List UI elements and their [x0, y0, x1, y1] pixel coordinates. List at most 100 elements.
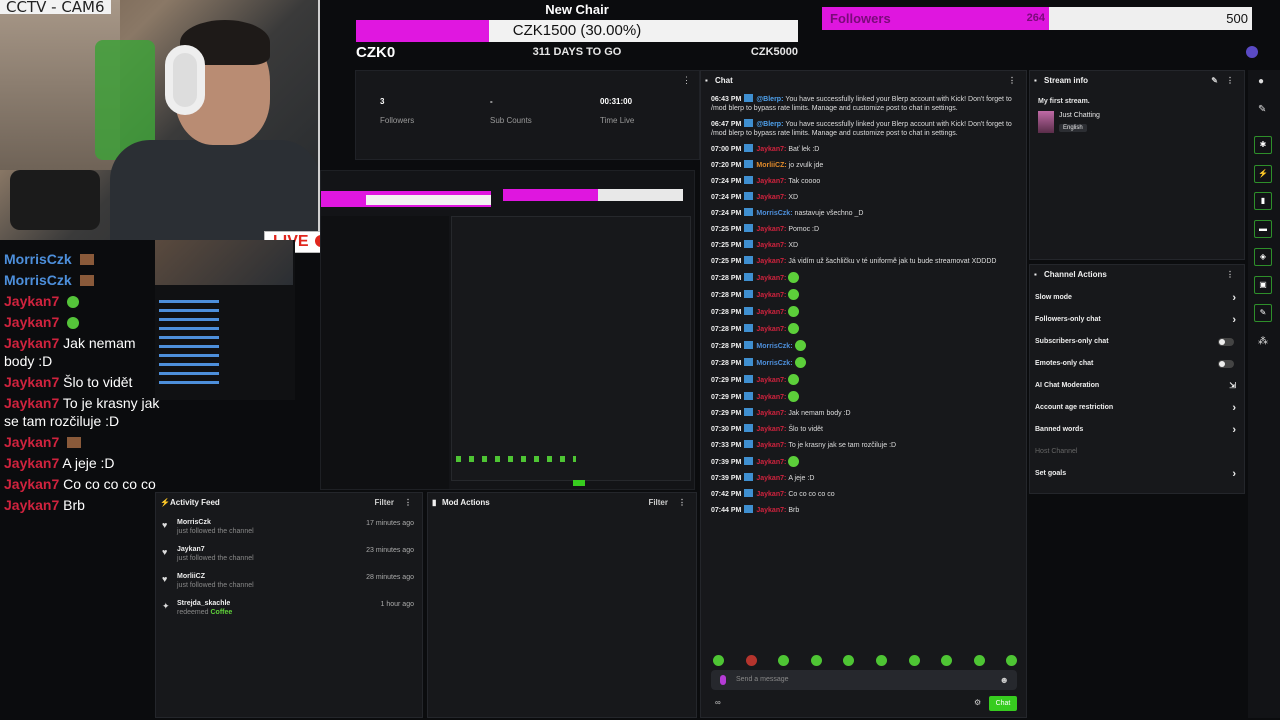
channel-action-row[interactable]: Banned words › — [1030, 419, 1244, 441]
stat-2: 00:31:00 Time Live — [600, 97, 634, 125]
chat-message: 07:28 PM MorrisCzk: — [701, 354, 1026, 371]
quick-emote-icon[interactable] — [745, 655, 757, 666]
stat-value: 3 — [380, 97, 385, 106]
quick-action-2-icon[interactable]: ⚡ — [1254, 165, 1272, 183]
quick-action-4-icon[interactable]: ▬ — [1254, 220, 1272, 238]
emote-icon — [788, 306, 800, 317]
activity-menu-icon[interactable]: ⋮ — [404, 493, 412, 513]
chat-username[interactable]: Jaykan7: — [756, 442, 786, 449]
quick-emote-icon[interactable] — [778, 655, 790, 666]
chat-username[interactable]: Jaykan7: — [756, 394, 786, 401]
chat-panel: ▪ Chat ⋮ 06:43 PM @Blerp: You have success… — [700, 70, 1027, 718]
quick-emote-icon[interactable] — [908, 655, 920, 666]
quick-action-1-icon[interactable]: ✱ — [1254, 136, 1272, 154]
infinity-icon[interactable]: ∞ — [715, 698, 721, 707]
chat-input[interactable]: Send a message ☻ — [711, 670, 1017, 690]
overlay-chat-username: Jaykan7 — [4, 314, 60, 330]
quick-emote-icon[interactable] — [843, 655, 855, 666]
quick-emote-icon[interactable] — [810, 655, 822, 666]
pencil-icon[interactable]: ✎ — [1258, 104, 1266, 115]
channel-action-row[interactable]: Host Channel — [1030, 441, 1244, 463]
quick-emote-icon[interactable] — [941, 655, 953, 666]
chat-username[interactable]: MorrisCzk: — [756, 210, 792, 217]
chat-message: 07:20 PM MorliiCZ: jo zvulk jde — [701, 157, 1026, 173]
chat-username[interactable]: Jaykan7: — [756, 146, 786, 153]
chat-username[interactable]: Jaykan7: — [756, 507, 786, 514]
toggle-switch[interactable] — [1218, 338, 1234, 346]
chat-send-button[interactable]: Chat — [989, 696, 1017, 711]
activity-row: ♥ Jaykan7 just followed the channel 23 minu… — [156, 544, 422, 571]
chat-username[interactable]: Jaykan7: — [756, 491, 786, 498]
channel-action-row[interactable]: Account age restriction › — [1030, 397, 1244, 419]
mod-menu-icon[interactable]: ⋮ — [678, 493, 686, 513]
right-sidebar: ● ✎ ✱ ⚡ ▮ ▬ ◈ ▣ ✎ ⁂ — [1248, 70, 1280, 718]
chat-username[interactable]: Jaykan7: — [756, 258, 786, 265]
mic-icon[interactable] — [720, 675, 726, 685]
chat-username[interactable]: Jaykan7: — [756, 292, 786, 299]
chat-username[interactable]: Jaykan7: — [756, 475, 786, 482]
edit-icon[interactable]: ✎ — [1211, 71, 1218, 91]
kick-badge-icon — [744, 341, 754, 349]
quick-action-7-icon[interactable]: ✎ — [1254, 304, 1272, 322]
chat-username[interactable]: MorrisCzk: — [756, 360, 792, 367]
quick-emote-icon[interactable] — [876, 655, 887, 666]
info-circle-icon[interactable]: ● — [1258, 76, 1264, 87]
kick-badge-icon — [744, 440, 754, 448]
channel-action-row[interactable]: Set goals › — [1030, 463, 1244, 485]
channel-action-row[interactable]: AI Chat Moderation ⇲ — [1030, 375, 1244, 397]
quick-action-3-icon[interactable]: ▮ — [1254, 192, 1272, 210]
emoji-icon[interactable]: ☻ — [1000, 670, 1009, 690]
chat-username[interactable]: @Blerp: — [756, 121, 783, 128]
chat-username[interactable]: Jaykan7: — [756, 459, 786, 466]
channel-action-label: Host Channel — [1035, 448, 1078, 455]
channel-action-row[interactable]: Emotes-only chat — [1030, 353, 1244, 375]
chat-text: nastavuje všechno _D — [794, 210, 864, 217]
chat-username[interactable]: Jaykan7: — [756, 242, 786, 249]
chevron-right-icon: › — [1232, 424, 1236, 436]
stream-info-menu-icon[interactable]: ⋮ — [1226, 71, 1234, 91]
chat-message: 06:43 PM @Blerp: You have successfully lin… — [701, 91, 1026, 116]
channel-actions-menu-icon[interactable]: ⋮ — [1226, 265, 1234, 285]
quick-emote-icon[interactable] — [1006, 655, 1018, 666]
chat-username[interactable]: Jaykan7: — [756, 178, 786, 185]
channel-action-row[interactable]: Slow mode › — [1030, 287, 1244, 309]
preview-followers-fill — [503, 189, 598, 201]
chat-username[interactable]: @Blerp: — [756, 96, 783, 103]
gear-icon[interactable]: ⚙ — [974, 698, 981, 707]
chat-username[interactable]: Jaykan7: — [756, 309, 786, 316]
chat-username[interactable]: Jaykan7: — [756, 377, 786, 384]
chat-time: 07:24 PM — [711, 194, 742, 201]
emote-icon — [79, 254, 94, 265]
mod-filter-button[interactable]: Filter — [648, 493, 668, 513]
chat-text: XD — [788, 242, 799, 249]
channel-action-row[interactable]: Followers-only chat › — [1030, 309, 1244, 331]
activity-filter-button[interactable]: Filter — [374, 493, 394, 513]
chat-username[interactable]: Jaykan7: — [756, 326, 786, 333]
chat-message: 07:29 PM Jaykan7: Jak nemam body :D — [701, 405, 1026, 421]
chat-username[interactable]: Jaykan7: — [756, 426, 786, 433]
quick-action-6-icon[interactable]: ▣ — [1254, 276, 1272, 294]
chat-username[interactable]: Jaykan7: — [756, 226, 786, 233]
quick-emote-icon[interactable] — [713, 655, 724, 666]
chat-username[interactable]: MorliiCZ: — [756, 162, 786, 169]
quick-emote-icon[interactable] — [973, 655, 985, 666]
chat-username[interactable]: Jaykan7: — [756, 275, 786, 282]
chat-text: XD — [788, 194, 799, 201]
emote-icon — [794, 340, 806, 351]
chat-username[interactable]: Jaykan7: — [756, 410, 786, 417]
chat-username[interactable]: MorrisCzk: — [756, 343, 792, 350]
chevron-right-icon: › — [1232, 314, 1236, 326]
quick-action-5-icon[interactable]: ◈ — [1254, 248, 1272, 266]
chat-menu-icon[interactable]: ⋮ — [1008, 71, 1016, 91]
chat-username[interactable]: Jaykan7: — [756, 194, 786, 201]
share-icon[interactable]: ⁂ — [1258, 336, 1268, 347]
channel-action-row[interactable]: Subscribers-only chat — [1030, 331, 1244, 353]
stats-menu-icon[interactable]: ⋮ — [682, 75, 691, 86]
toggle-switch[interactable] — [1218, 360, 1234, 368]
chat-message: 07:28 PM Jaykan7: — [701, 286, 1026, 303]
preview-chat-button — [573, 480, 585, 486]
globe-icon[interactable] — [1246, 46, 1258, 58]
chat-message: 07:39 PM Jaykan7: — [701, 453, 1026, 470]
stat-label: Time Live — [600, 116, 635, 125]
overlay-chat-text: Brb — [63, 497, 85, 513]
